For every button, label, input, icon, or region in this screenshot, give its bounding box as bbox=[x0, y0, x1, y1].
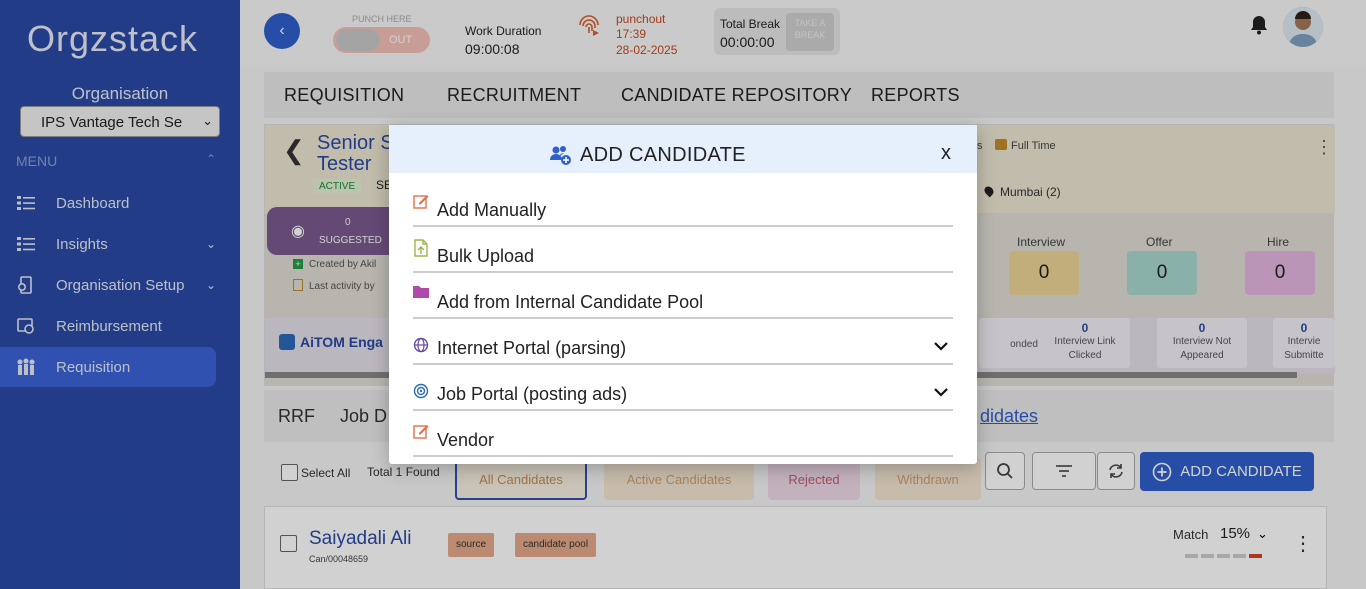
file-upload-icon bbox=[413, 239, 431, 259]
option-vendor[interactable]: Vendor bbox=[413, 411, 953, 457]
globe-icon bbox=[413, 331, 431, 353]
add-candidate-modal: ADD CANDIDATE x Add Manually Bulk Upload… bbox=[389, 125, 977, 464]
option-label: Add Manually bbox=[437, 200, 547, 220]
option-label: Add from Internal Candidate Pool bbox=[437, 292, 704, 312]
option-label: Job Portal (posting ads) bbox=[437, 384, 628, 404]
target-icon bbox=[413, 377, 431, 399]
close-button[interactable]: x bbox=[941, 142, 951, 165]
option-label: Vendor bbox=[437, 430, 495, 450]
option-job-portal[interactable]: Job Portal (posting ads) bbox=[413, 365, 953, 411]
option-internet-portal[interactable]: Internet Portal (parsing) bbox=[413, 319, 953, 365]
option-label: Internet Portal (parsing) bbox=[437, 338, 627, 358]
add-user-icon bbox=[550, 144, 572, 166]
modal-title: ADD CANDIDATE bbox=[580, 144, 746, 166]
edit-pencil-icon bbox=[413, 423, 431, 443]
option-label: Bulk Upload bbox=[437, 246, 535, 266]
option-bulk-upload[interactable]: Bulk Upload bbox=[413, 227, 953, 273]
option-internal-candidate-pool[interactable]: Add from Internal Candidate Pool bbox=[413, 273, 953, 319]
edit-pencil-icon bbox=[413, 193, 431, 213]
chevron-down-icon[interactable] bbox=[933, 338, 953, 354]
option-add-manually[interactable]: Add Manually bbox=[413, 181, 953, 227]
modal-header: ADD CANDIDATE x bbox=[389, 125, 977, 173]
chevron-down-icon[interactable] bbox=[933, 384, 953, 400]
folder-icon bbox=[413, 285, 431, 305]
